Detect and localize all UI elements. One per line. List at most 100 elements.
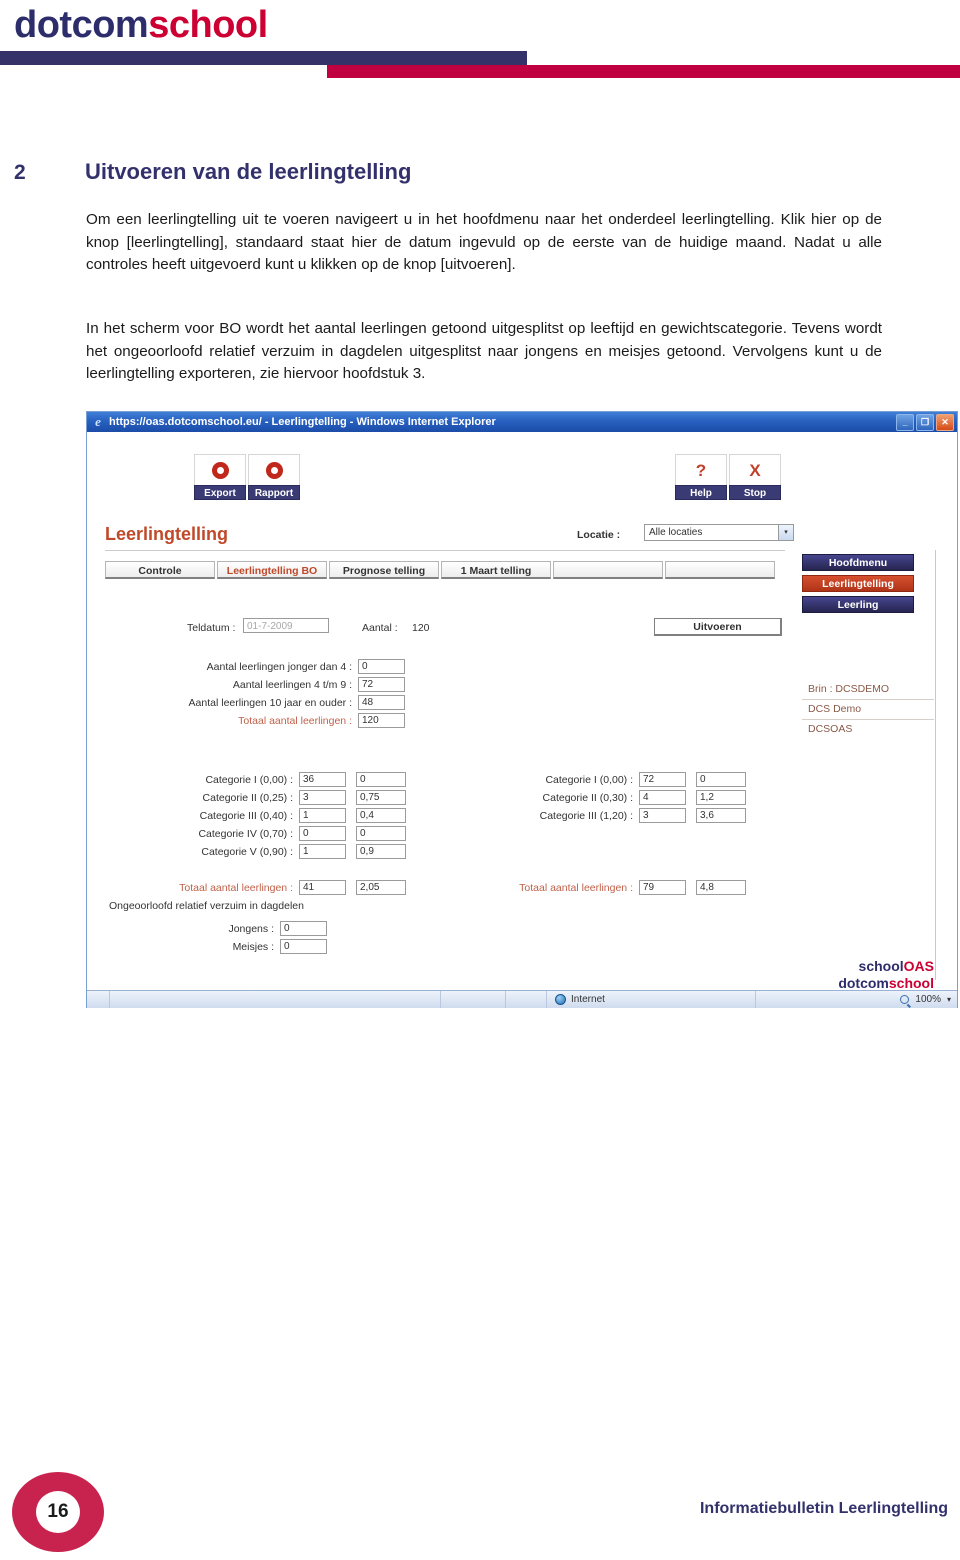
category-row: Categorie IV (0,70) : 0 0 (159, 825, 416, 842)
category-table-left: Categorie I (0,00) : 36 0 Categorie II (… (159, 771, 416, 897)
category-table-right: Categorie I (0,00) : 72 0 Categorie II (… (499, 771, 756, 897)
category-row: Categorie III (0,40) : 1 0,4 (159, 807, 416, 824)
brin-row: Brin : DCSDEMO (802, 680, 934, 700)
stop-button[interactable]: X Stop (729, 454, 781, 500)
header-rule-red (327, 65, 960, 78)
category-label: Categorie V (0,90) : (201, 845, 293, 858)
app-footer-logo: schoolOAS dotcomschool (799, 958, 934, 992)
tab-prognose-telling[interactable]: Prognose telling (329, 561, 439, 579)
aantal-value: 120 (412, 622, 430, 634)
category-weight-input[interactable]: 0,75 (356, 790, 406, 805)
category-spacer (499, 825, 756, 879)
zoom-icon (900, 995, 910, 1004)
category-row: Categorie II (0,30) : 4 1,2 (499, 789, 756, 806)
category-weight-input[interactable]: 0 (356, 826, 406, 841)
app-title: Leerlingtelling (105, 524, 229, 544)
close-button[interactable]: ✕ (936, 414, 954, 431)
category-weight-input[interactable]: 0 (356, 772, 406, 787)
statusbar-zoom-label: 100% (915, 994, 941, 1005)
tab-strip: Controle Leerlingtelling BO Prognose tel… (105, 561, 775, 579)
category-count-input[interactable]: 3 (299, 790, 346, 805)
category-weight-input[interactable]: 1,2 (696, 790, 746, 805)
tab-controle[interactable]: Controle (105, 561, 215, 579)
teldatum-input[interactable]: 01-7-2009 (243, 618, 329, 633)
browser-window-screenshot: e https://oas.dotcomschool.eu/ - Leerlin… (86, 411, 958, 1008)
category-weight-input[interactable]: 0 (696, 772, 746, 787)
category-weight-input[interactable]: 0,9 (356, 844, 406, 859)
nav-item-leerlingtelling[interactable]: Leerlingtelling (802, 575, 914, 592)
browser-titlebar: e https://oas.dotcomschool.eu/ - Leerlin… (87, 412, 957, 432)
section-number: 2 (14, 161, 26, 184)
verzuim-jongens-input[interactable]: 0 (280, 921, 327, 936)
footer-title: Informatiebulletin Leerlingtelling (699, 1500, 948, 1517)
age-total-input[interactable]: 120 (358, 713, 405, 728)
brand-logo-part1: dotcom (14, 4, 149, 46)
globe-icon (555, 994, 566, 1005)
category-label: Categorie III (1,20) : (539, 809, 633, 822)
title-divider (105, 550, 785, 551)
category-label: Categorie I (0,00) : (205, 773, 293, 786)
tab-1-maart-telling[interactable]: 1 Maart telling (441, 561, 551, 579)
locatie-label: Locatie : (577, 529, 621, 541)
category-count-input[interactable]: 4 (639, 790, 686, 805)
category-total-weight-input[interactable]: 4,8 (696, 880, 746, 895)
category-total-row: Totaal aantal leerlingen : 79 4,8 (499, 879, 756, 896)
header-rule-navy (0, 51, 527, 65)
category-total-weight-input[interactable]: 2,05 (356, 880, 406, 895)
age-row-input[interactable]: 72 (358, 677, 405, 692)
age-total-row: Totaal aantal leerlingen : 120 (127, 712, 405, 729)
statusbar-zoom[interactable]: 100% ▾ (900, 991, 957, 1008)
stop-icon-box: X (729, 454, 781, 485)
age-row-input[interactable]: 0 (358, 659, 405, 674)
verzuim-row: Jongens : 0 (109, 920, 327, 937)
category-row: Categorie II (0,25) : 3 0,75 (159, 789, 416, 806)
verzuim-label: Meisjes : (232, 940, 274, 953)
category-total-count-input[interactable]: 79 (639, 880, 686, 895)
rapport-button[interactable]: Rapport (248, 454, 300, 500)
schooloas-logo-part1: school (858, 958, 904, 974)
category-count-input[interactable]: 36 (299, 772, 346, 787)
chevron-down-icon[interactable]: ▾ (947, 995, 951, 1004)
browser-viewport: Export Rapport ? Help X Stop Leerlingtel… (87, 432, 957, 1008)
category-label: Categorie IV (0,70) : (198, 827, 293, 840)
category-count-input[interactable]: 0 (299, 826, 346, 841)
age-breakdown-block: Aantal leerlingen jonger dan 4 : 0 Aanta… (127, 658, 405, 730)
schooloas-logo: schoolOAS (799, 958, 934, 975)
minimize-button[interactable]: _ (896, 414, 914, 431)
locatie-select[interactable]: Alle locaties ▾ (644, 524, 794, 541)
help-button-label: Help (675, 485, 727, 500)
category-row: Categorie III (1,20) : 3 3,6 (499, 807, 756, 824)
category-label: Categorie III (0,40) : (199, 809, 293, 822)
help-button[interactable]: ? Help (675, 454, 727, 500)
category-weight-input[interactable]: 0,4 (356, 808, 406, 823)
maximize-button[interactable]: ❐ (916, 414, 934, 431)
nav-menu-panel: Hoofdmenu Leerlingtelling Leerling (802, 554, 914, 617)
nav-item-leerling[interactable]: Leerling (802, 596, 914, 613)
category-count-input[interactable]: 1 (299, 844, 346, 859)
rapport-icon-box (248, 454, 300, 485)
category-row: Categorie I (0,00) : 72 0 (499, 771, 756, 788)
dotcomschool-logo-part2: school (888, 975, 934, 991)
age-row-input[interactable]: 48 (358, 695, 405, 710)
uitvoeren-button[interactable]: Uitvoeren (654, 618, 782, 636)
category-count-input[interactable]: 1 (299, 808, 346, 823)
brin-row: DCSOAS (808, 723, 853, 735)
page-number-badge-inner: 16 (36, 1491, 80, 1533)
statusbar-zone[interactable]: Internet (547, 991, 756, 1008)
verzuim-meisjes-input[interactable]: 0 (280, 939, 327, 954)
tab-empty-1[interactable] (553, 561, 663, 579)
nav-item-hoofdmenu[interactable]: Hoofdmenu (802, 554, 914, 571)
right-divider (935, 550, 936, 980)
category-count-input[interactable]: 3 (639, 808, 686, 823)
chevron-down-icon: ▾ (778, 525, 793, 540)
category-weight-input[interactable]: 3,6 (696, 808, 746, 823)
category-label: Categorie II (0,30) : (542, 791, 633, 804)
age-row: Aantal leerlingen 10 jaar en ouder : 48 (127, 694, 405, 711)
category-total-count-input[interactable]: 41 (299, 880, 346, 895)
category-count-input[interactable]: 72 (639, 772, 686, 787)
dotcomschool-logo-part1: dotcom (838, 975, 889, 991)
tab-empty-2[interactable] (665, 561, 775, 579)
export-button[interactable]: Export (194, 454, 246, 500)
tab-leerlingtelling-bo[interactable]: Leerlingtelling BO (217, 561, 327, 579)
aantal-label: Aantal : (362, 622, 398, 634)
